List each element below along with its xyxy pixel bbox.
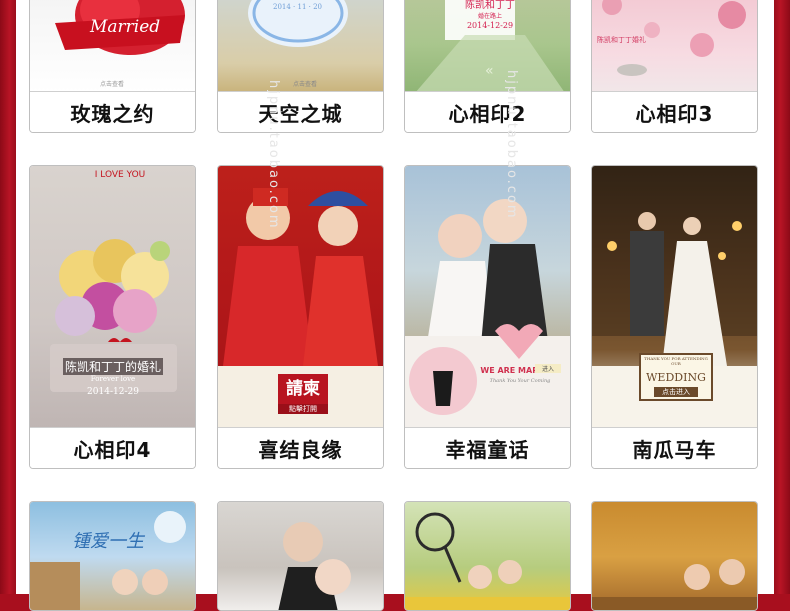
wedding-text: WEDDING <box>646 371 706 384</box>
date-text: 2014-12-29 <box>87 387 139 397</box>
template-name: 南瓜马车 <box>592 427 757 468</box>
template-thumbnail: Married 点击查看 <box>30 0 195 93</box>
template-thumbnail <box>218 502 383 610</box>
template-card-row3-1[interactable]: 锺爱一生 <box>29 501 196 611</box>
invitation-title: 請柬 <box>278 374 328 404</box>
template-card-fairy-tale[interactable]: WE ARE MARRIED Thank You Your Coming 进入 … <box>404 165 571 469</box>
template-thumbnail: I LOVE YOU 陈凯和丁丁的婚礼 Forever love 2014-12… <box>30 166 195 428</box>
title-text: 锺爱一生 <box>72 531 144 552</box>
template-thumbnail: 陈凯和丁丁婚礼 <box>592 0 757 93</box>
couple-photo-image <box>405 199 570 428</box>
banner-text: I LOVE YOU <box>94 170 146 180</box>
svg-text:«: « <box>485 63 494 79</box>
enter-tag[interactable]: 进入 <box>535 364 561 373</box>
template-thumbnail: 請柬 點擊打開 <box>218 166 383 428</box>
thanks-text: THANK YOU FOR ATTENDING OUR <box>644 356 708 366</box>
enter-button[interactable]: 点击进入 <box>654 387 698 397</box>
date-text: 2014 · 11 · 20 <box>273 3 322 11</box>
template-card-pumpkin-carriage[interactable]: THANK YOU FOR ATTENDING OUR WEDDING 点击进入… <box>591 165 758 469</box>
subtitle-text: Forever love <box>90 375 136 383</box>
template-name: 幸福童话 <box>405 427 570 468</box>
template-name: 玫瑰之约 <box>30 91 195 132</box>
template-name: 心相印4 <box>30 427 195 468</box>
left-frame <box>0 0 16 594</box>
subtitle-text: Thank You Your Coming <box>489 378 551 384</box>
template-thumbnail <box>405 502 570 610</box>
template-thumbnail <box>592 502 757 610</box>
template-card-heart-4[interactable]: I LOVE YOU 陈凯和丁丁的婚礼 Forever love 2014-12… <box>29 165 196 469</box>
template-name: 心相印2 <box>405 91 570 132</box>
template-thumbnail: « 陈凯和丁丁 婚在路上 2014-12-29 <box>405 0 570 93</box>
couple-name-text: 陈凯和丁丁的婚礼 <box>63 358 163 375</box>
open-hint-text: 點擊打開 <box>278 404 328 414</box>
template-thumbnail: THANK YOU FOR ATTENDING OUR WEDDING 点击进入 <box>592 166 757 428</box>
couple-photo-image <box>592 559 757 610</box>
template-card-sky-castle[interactable]: 2014 · 11 · 20 点击查看 天空之城 <box>217 0 384 133</box>
template-thumbnail: 锺爱一生 <box>30 502 195 610</box>
subtitle-text: 婚在路上 <box>477 13 502 20</box>
template-card-happy-union[interactable]: 請柬 點擊打開 喜结良缘 <box>217 165 384 469</box>
template-card-heart-2[interactable]: « 陈凯和丁丁 婚在路上 2014-12-29 心相印2 <box>404 0 571 133</box>
watermark-text: hjpnu.taobao.com <box>504 70 519 220</box>
couple-photo-image <box>278 522 351 610</box>
template-card-heart-3[interactable]: 陈凯和丁丁婚礼 心相印3 <box>591 0 758 133</box>
thumb-footer-text: 点击查看 <box>293 81 318 88</box>
right-frame <box>774 0 790 594</box>
template-thumbnail: 2014 · 11 · 20 点击查看 <box>218 0 383 93</box>
watermark-text: hjpnu.taobao.com <box>266 80 281 230</box>
template-card-row3-3[interactable] <box>404 501 571 611</box>
couple-photo-image <box>30 511 186 610</box>
template-name: 喜结良缘 <box>218 427 383 468</box>
template-name: 天空之城 <box>218 91 383 132</box>
template-name: 心相印3 <box>592 91 757 132</box>
date-text: 2014-12-29 <box>466 21 514 30</box>
couple-name-text: 陈凯和丁丁 <box>465 0 515 11</box>
template-card-row3-4[interactable] <box>591 501 758 611</box>
couple-photo-image <box>405 512 570 610</box>
template-gallery: Married 点击查看 玫瑰之约 2014 · 11 · 20 点击查看 天空… <box>16 0 774 611</box>
thumb-footer-text: 点击查看 <box>100 81 125 88</box>
template-thumbnail: WE ARE MARRIED Thank You Your Coming 进入 <box>405 166 570 428</box>
blossom-image <box>602 0 746 76</box>
married-script-text: Married <box>90 17 161 37</box>
template-card-rose[interactable]: Married 点击查看 玫瑰之约 <box>29 0 196 133</box>
couple-name-text: 陈凯和丁丁婚礼 <box>597 36 646 44</box>
template-card-row3-2[interactable] <box>217 501 384 611</box>
